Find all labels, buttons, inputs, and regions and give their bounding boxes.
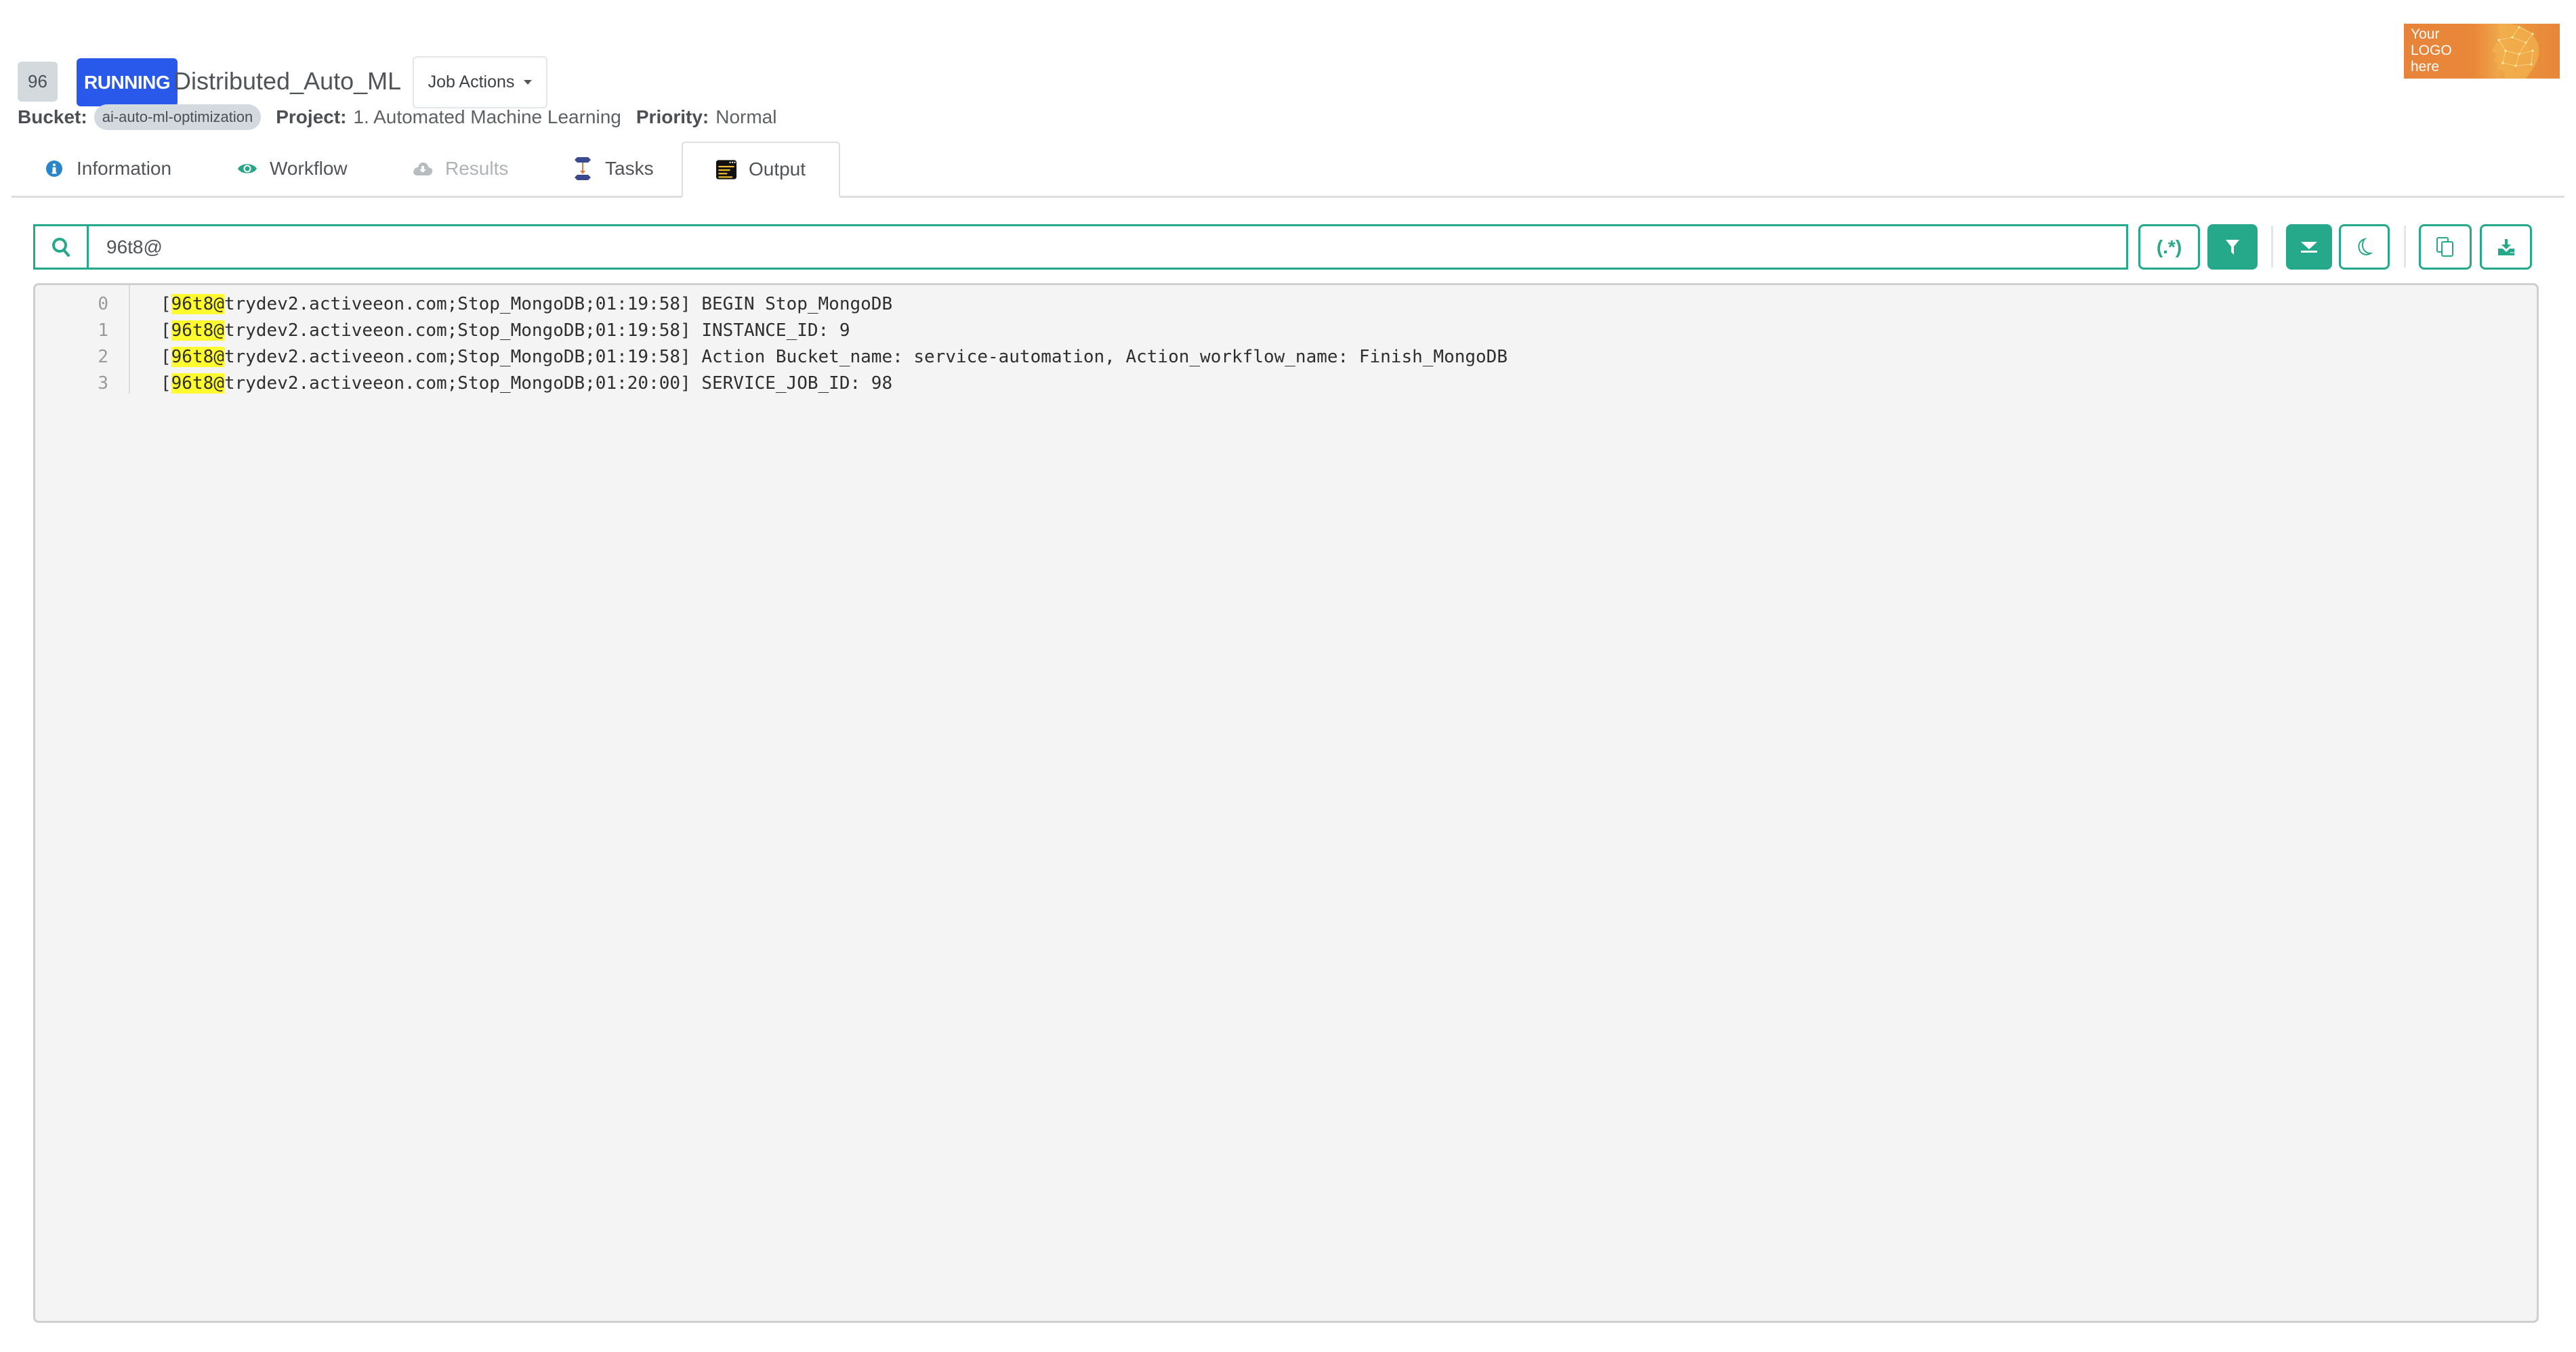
dark-mode-toggle-button[interactable] xyxy=(2339,224,2390,270)
regex-toggle-button[interactable]: (.*) xyxy=(2138,224,2200,270)
gutter-divider xyxy=(129,285,130,394)
log-line: 1 [96t8@trydev2.activeeon.com;Stop_Mongo… xyxy=(35,317,850,343)
scroll-to-bottom-button[interactable] xyxy=(2286,224,2332,270)
toolbar-divider xyxy=(2404,226,2406,268)
tab-label: Results xyxy=(445,158,509,179)
logo-line: here xyxy=(2411,59,2440,75)
download-button[interactable] xyxy=(2480,224,2532,270)
copy-button[interactable] xyxy=(2419,224,2472,270)
line-number: 3 xyxy=(98,373,108,394)
job-actions-button[interactable]: Job Actions xyxy=(413,56,547,108)
line-rest: trydev2.activeeon.com;Stop_MongoDB;01:19… xyxy=(224,346,1508,367)
copy-icon xyxy=(2436,236,2453,257)
caret-down-icon xyxy=(524,80,533,85)
tab-information[interactable]: Information xyxy=(44,142,171,196)
job-title: Distributed_Auto_ML xyxy=(173,67,402,95)
eye-icon xyxy=(237,157,257,180)
cloud-download-icon xyxy=(413,157,433,180)
line-prefix: [ xyxy=(161,346,171,367)
logo-line: LOGO xyxy=(2411,43,2452,58)
line-text: [96t8@trydev2.activeeon.com;Stop_MongoDB… xyxy=(161,346,1508,367)
log-line: 0 [96t8@trydev2.activeeon.com;Stop_Mongo… xyxy=(35,291,892,317)
project-label: Project: xyxy=(276,106,347,127)
info-circle-icon xyxy=(44,157,64,180)
bucket-badge: ai-auto-ml-optimization xyxy=(94,104,262,130)
terminal-output-icon xyxy=(715,158,736,181)
log-line: 3 [96t8@trydev2.activeeon.com;Stop_Mongo… xyxy=(35,370,892,396)
filter-icon xyxy=(2226,239,2239,255)
tab-label: Output xyxy=(748,159,806,179)
tabs-bar: Information Workflow Results Tasks Outpu… xyxy=(12,142,2564,198)
search-match-highlight: 96t8@ xyxy=(171,320,224,341)
scroll-bottom-icon xyxy=(2301,241,2317,253)
logo-line: Your xyxy=(2411,26,2440,42)
line-prefix: [ xyxy=(161,373,171,394)
bucket-label: Bucket: xyxy=(18,106,87,127)
company-logo: Your LOGO here xyxy=(2404,24,2560,79)
priority-value: Normal xyxy=(715,106,777,127)
tab-label: Information xyxy=(77,158,172,179)
search-input[interactable] xyxy=(89,226,2126,268)
tab-output[interactable]: Output xyxy=(682,142,840,198)
line-prefix: [ xyxy=(161,293,171,314)
logo-text: Your LOGO here xyxy=(2411,26,2452,75)
line-rest: trydev2.activeeon.com;Stop_MongoDB;01:19… xyxy=(224,320,850,341)
line-rest: trydev2.activeeon.com;Stop_MongoDB;01:19… xyxy=(224,293,893,314)
priority-label: Priority: xyxy=(636,106,709,127)
search-match-highlight: 96t8@ xyxy=(171,346,224,367)
tab-results[interactable]: Results xyxy=(413,142,508,196)
line-text: [96t8@trydev2.activeeon.com;Stop_MongoDB… xyxy=(161,320,850,341)
line-rest: trydev2.activeeon.com;Stop_MongoDB;01:20… xyxy=(224,373,893,394)
output-search xyxy=(33,224,2128,270)
job-id-badge: 96 xyxy=(18,62,58,102)
tab-tasks[interactable]: Tasks xyxy=(573,142,654,196)
search-icon xyxy=(35,226,89,268)
status-badge: RUNNING xyxy=(77,58,178,106)
download-icon xyxy=(2497,238,2514,255)
moon-icon xyxy=(2357,237,2373,255)
regex-icon: (.*) xyxy=(2156,236,2182,257)
search-match-highlight: 96t8@ xyxy=(171,373,224,394)
tab-workflow[interactable]: Workflow xyxy=(237,142,348,196)
task-flow-icon xyxy=(573,157,593,180)
project-value: 1. Automated Machine Learning xyxy=(353,106,621,127)
tab-label: Workflow xyxy=(270,158,348,179)
line-prefix: [ xyxy=(161,320,171,341)
line-number: 1 xyxy=(98,320,108,341)
job-actions-label: Job Actions xyxy=(428,72,515,91)
search-match-highlight: 96t8@ xyxy=(171,293,224,314)
line-number: 2 xyxy=(98,346,108,367)
tab-label: Tasks xyxy=(605,158,654,179)
line-text: [96t8@trydev2.activeeon.com;Stop_MongoDB… xyxy=(161,293,893,314)
line-text: [96t8@trydev2.activeeon.com;Stop_MongoDB… xyxy=(161,373,892,394)
log-line: 2 [96t8@trydev2.activeeon.com;Stop_Mongo… xyxy=(35,343,1508,370)
toolbar-divider xyxy=(2271,226,2273,268)
filter-toggle-button[interactable] xyxy=(2207,224,2258,270)
line-number: 0 xyxy=(98,293,108,314)
job-meta: Bucket: ai-auto-ml-optimization Project:… xyxy=(18,102,791,133)
logo-face-graphic xyxy=(2492,24,2539,79)
output-log-viewer[interactable]: 0 [96t8@trydev2.activeeon.com;Stop_Mongo… xyxy=(33,283,2539,1323)
